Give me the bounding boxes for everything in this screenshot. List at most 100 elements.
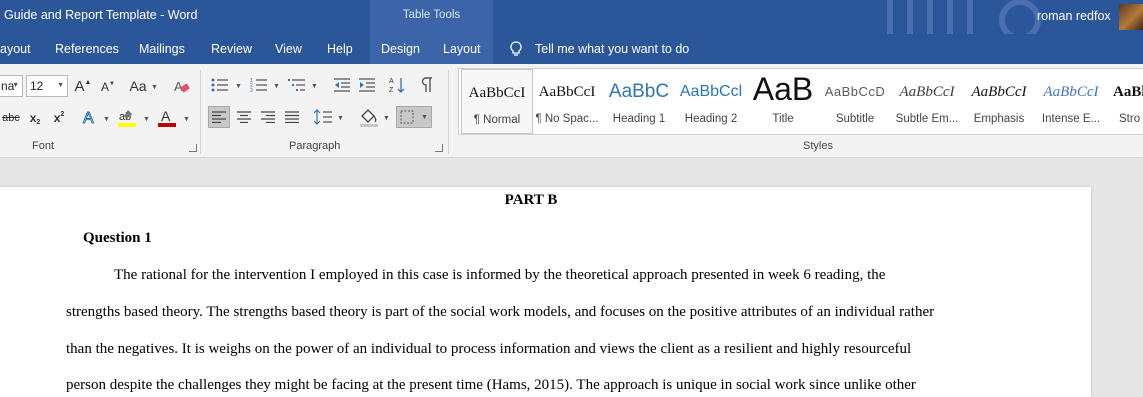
style-label: Intense E... [1041,113,1101,125]
avatar[interactable] [1119,4,1143,30]
font-group-label: Font [32,140,55,152]
tell-me-search[interactable]: Tell me what you want to do [535,34,689,64]
show-paragraph-marks-icon[interactable] [420,76,434,94]
style-emphasis[interactable]: AaBbCcI Emphasis [963,69,1035,134]
styles-group-label: Styles [803,140,833,152]
style-preview: AaBbC [608,81,670,102]
align-center-button[interactable] [233,106,255,128]
borders-icon [400,110,414,124]
clear-formatting-icon[interactable]: A [174,78,190,94]
svg-text:Z: Z [389,87,394,94]
group-separator [448,70,449,154]
font-color-icon[interactable]: A [158,108,176,128]
style-preview: AaBbCcI [468,85,526,101]
tab-help[interactable]: Help [327,34,353,64]
tab-view[interactable]: View [275,34,302,64]
style-preview: AaBbCcI [971,84,1027,100]
document-page[interactable] [0,187,1091,397]
style-preview: AaBbCcl [679,83,743,100]
grow-font-button[interactable]: A ▲ [74,77,92,95]
superscript-icon: x [53,111,61,125]
bullets-icon[interactable] [211,77,229,93]
chevron-down-icon: ▼ [273,83,280,90]
style-preview: AaBbCcI [1043,84,1099,100]
style-no-spacing[interactable]: AaBbCcI ¶ No Spac... [531,69,603,134]
font-size-dropdown[interactable]: 12 ▼ [26,75,68,97]
title-bar-pattern-icon [887,0,1041,34]
numbering-icon[interactable]: 123 [250,77,268,93]
justify-button[interactable] [281,106,303,128]
highlight-icon[interactable]: ab [118,108,136,128]
font-size-value: 12 [30,79,44,93]
text-effects-icon[interactable]: A [82,109,98,128]
svg-text:A: A [83,110,94,127]
multilevel-list-icon[interactable] [288,77,306,93]
style-label: Stro [1119,113,1141,125]
subscript-2-icon: 2 [36,118,41,126]
font-family-dropdown[interactable]: na ▼ [0,75,23,97]
paragraph-line: strengths based theory. The strengths ba… [66,304,935,320]
increase-indent-icon[interactable] [358,77,376,93]
style-normal[interactable]: AaBbCcI ¶ Normal [461,69,533,134]
grow-font-icon: A [74,77,85,95]
svg-text:A: A [161,108,171,124]
chevron-down-icon: ▼ [311,83,318,90]
paragraph-line: person despite the challenges they might… [66,377,916,393]
change-case-button[interactable]: Aa [128,77,148,95]
chevron-down-icon: ▼ [12,82,19,89]
ribbon: na ▼ 12 ▼ A▲ A▼ Aa ▼ A abc x2 x2 A ▼ ab … [0,64,1143,158]
tab-review[interactable]: Review [211,34,252,64]
style-title[interactable]: AaB Title [747,69,819,134]
align-right-icon [261,111,275,123]
document-title: Guide and Report Template - Word [4,8,198,22]
title-bar: Guide and Report Template - Word Table T… [0,0,1143,34]
subscript-icon: x [29,111,37,125]
style-label: ¶ Normal [473,114,521,126]
style-heading-2[interactable]: AaBbCcl Heading 2 [675,69,747,134]
style-label: Title [772,113,794,125]
shading-icon[interactable] [359,107,379,127]
style-subtitle[interactable]: AaBbCcD Subtitle [819,69,891,134]
part-heading: PART B [504,192,558,208]
shrink-font-button[interactable]: A ▼ [100,78,116,96]
style-preview: AaBbCcI [538,84,596,100]
style-intense-emphasis[interactable]: AaBbCcI Intense E... [1035,69,1107,134]
tab-layout-page[interactable]: ayout [0,34,31,64]
style-preview: AaBbCcD [824,84,886,99]
tab-table-layout[interactable]: Layout [428,34,493,64]
vertical-scrollbar[interactable] [1130,187,1143,397]
align-right-button[interactable] [257,106,279,128]
chevron-down-icon: ▼ [337,115,344,122]
group-separator [200,70,201,154]
subscript-button[interactable]: x2 [27,109,43,127]
superscript-button[interactable]: x2 [51,109,67,127]
align-left-button[interactable] [208,106,230,128]
style-label: Subtitle [835,113,875,125]
borders-button[interactable]: ▼ [396,106,432,128]
account-name[interactable]: roman redfox [1037,9,1111,23]
strikethrough-button[interactable]: abc [2,109,20,127]
tab-mailings[interactable]: Mailings [139,34,185,64]
strikethrough-icon: abc [2,112,20,124]
lightbulb-icon [510,41,522,56]
tab-references[interactable]: References [55,34,119,64]
font-dialog-launcher[interactable] [189,144,197,152]
style-label: Heading 1 [612,113,666,125]
tab-table-design[interactable]: Design [370,34,428,64]
style-label: ¶ No Spac... [535,113,599,125]
align-left-icon [212,111,226,123]
style-label: Heading 2 [684,113,738,125]
line-spacing-icon[interactable] [314,109,332,125]
paragraph-line: than the negatives. It is weighs on the … [66,341,912,357]
chevron-down-icon: ▼ [103,116,110,123]
sort-icon[interactable]: AZ [389,76,405,94]
svg-text:3: 3 [250,88,253,93]
change-case-icon: Aa [129,78,147,94]
style-preview: AaBbCcI [899,84,955,100]
style-strong[interactable]: AaBl Stro [1107,69,1143,134]
style-heading-1[interactable]: AaBbC Heading 1 [603,69,675,134]
style-subtle-emphasis[interactable]: AaBbCcI Subtle Em... [891,69,963,134]
paragraph-dialog-launcher[interactable] [435,144,443,152]
decrease-indent-icon[interactable] [333,77,351,93]
grow-arrow-icon: ▲ [84,78,92,86]
